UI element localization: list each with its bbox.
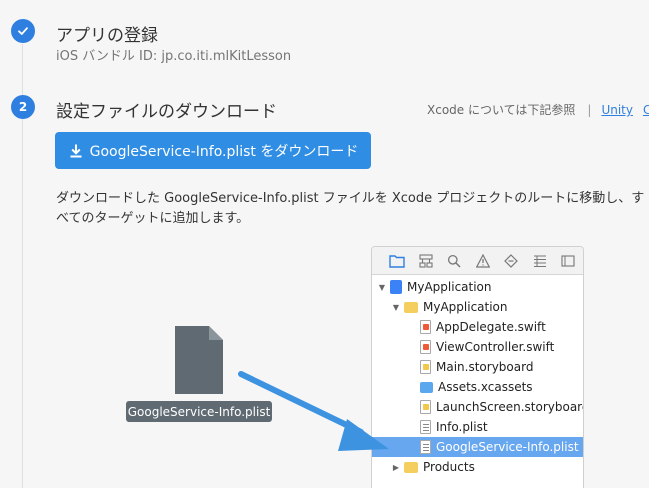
- plist-file-icon: [420, 420, 431, 434]
- hierarchy-icon[interactable]: [417, 252, 435, 270]
- more-icon[interactable]: [559, 252, 577, 270]
- file-label: Assets.xcassets: [438, 380, 533, 394]
- folder-icon: [404, 301, 418, 313]
- list-icon[interactable]: [531, 252, 549, 270]
- project-label: MyApplication: [407, 280, 492, 294]
- tree-row-file[interactable]: ViewController.swift: [372, 337, 583, 357]
- assets-folder-icon: [420, 381, 433, 393]
- tree-row-file[interactable]: LaunchScreen.storyboard: [372, 397, 583, 417]
- platform-links: Xcode については下記参照 | Unity C+: [427, 101, 649, 118]
- swift-file-icon: [420, 340, 431, 354]
- plist-file-icon: [420, 440, 431, 454]
- disclosure-open-icon: ▼: [392, 302, 400, 312]
- plist-file-icon: [175, 326, 223, 394]
- file-label: LaunchScreen.storyboard: [436, 400, 584, 414]
- file-label-chip: GoogleService-Info.plist: [126, 401, 272, 422]
- project-icon: [390, 280, 402, 294]
- storyboard-file-icon: [420, 360, 431, 374]
- search-icon[interactable]: [445, 252, 463, 270]
- file-label: GoogleService-Info.plist: [436, 440, 579, 454]
- disclosure-closed-icon: ▶: [392, 462, 400, 472]
- navigator-toolbar: [372, 247, 583, 275]
- file-label: Info.plist: [436, 420, 488, 434]
- download-config-button[interactable]: GoogleService-Info.plist をダウンロード: [55, 132, 371, 169]
- unity-link[interactable]: Unity: [601, 103, 633, 117]
- tree-row-file[interactable]: AppDelegate.swift: [372, 317, 583, 337]
- swift-file-icon: [420, 320, 431, 334]
- step2-title: 設定ファイルのダウンロード: [56, 102, 277, 122]
- step1-title: アプリの登録: [56, 26, 158, 46]
- tree-row-group[interactable]: ▶ Products: [372, 457, 583, 477]
- download-button-label: GoogleService-Info.plist をダウンロード: [89, 143, 359, 160]
- download-icon: [70, 144, 82, 157]
- file-label: Main.storyboard: [436, 360, 534, 374]
- step-number-badge: 2: [11, 95, 35, 119]
- instruction-text: ダウンロードした GoogleService-Info.plist ファイルを …: [56, 191, 645, 226]
- bundle-id-text: iOS バンドル ID: jp.co.iti.mlKitLesson: [56, 49, 292, 64]
- link-separator: |: [587, 103, 592, 117]
- disclosure-open-icon: ▼: [378, 282, 386, 292]
- tree-row-project[interactable]: ▼ MyApplication: [372, 277, 583, 297]
- tree-row-file[interactable]: Main.storyboard: [372, 357, 583, 377]
- group-label: Products: [423, 460, 475, 474]
- warning-icon[interactable]: [474, 252, 492, 270]
- folder-icon[interactable]: [388, 252, 406, 270]
- group-label: MyApplication: [423, 300, 508, 314]
- xcode-helper-text: Xcode については下記参照: [427, 103, 576, 117]
- file-label: ViewController.swift: [436, 340, 555, 354]
- folder-icon: [404, 461, 418, 473]
- step-complete-badge: [11, 19, 35, 43]
- storyboard-file-icon: [420, 400, 431, 414]
- xcode-navigator-illustration: ▼ MyApplication ▼ MyApplication AppDeleg…: [371, 246, 584, 488]
- tree-row-file[interactable]: Info.plist: [372, 417, 583, 437]
- check-icon: [18, 27, 28, 35]
- tree-row-file[interactable]: Assets.xcassets: [372, 377, 583, 397]
- tree-row-file-selected[interactable]: GoogleService-Info.plist: [372, 437, 583, 457]
- cpp-link[interactable]: C+: [643, 103, 649, 117]
- file-label: AppDelegate.swift: [436, 320, 546, 334]
- diamond-icon[interactable]: [502, 252, 520, 270]
- tree-row-group[interactable]: ▼ MyApplication: [372, 297, 583, 317]
